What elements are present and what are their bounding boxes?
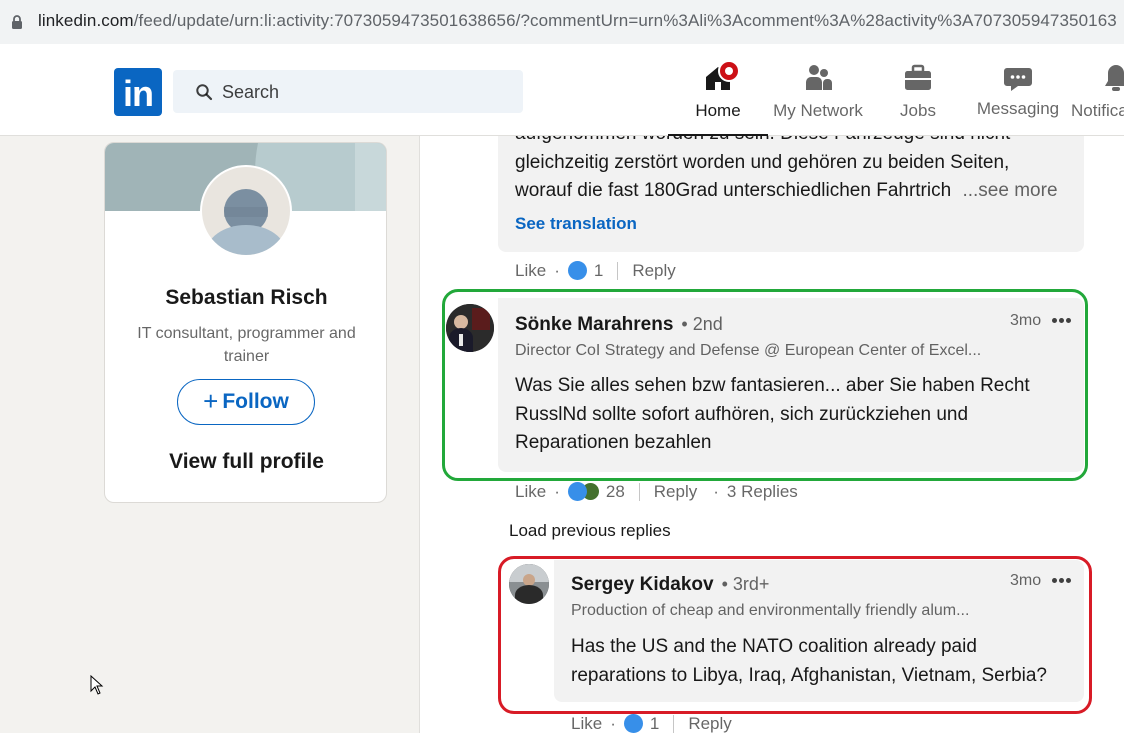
default-avatar-icon	[206, 189, 286, 255]
feed-column: aufgenommen worden zu sein. Diese Fahrze…	[419, 136, 1124, 733]
briefcase-icon	[905, 64, 931, 90]
chat-icon	[1004, 68, 1032, 91]
reply-button[interactable]: Reply	[632, 261, 675, 281]
people-icon	[806, 65, 832, 90]
linkedin-logo[interactable]: in	[114, 68, 162, 116]
separator-dot: ·	[713, 481, 719, 501]
see-translation-link[interactable]: See translation	[515, 214, 637, 234]
reaction-count[interactable]: 28	[606, 482, 625, 502]
replies-count-link[interactable]: 3 Replies	[727, 482, 798, 502]
comment-actions: Like · 1 Reply	[515, 260, 676, 281]
nav-my-network-label: My Network	[773, 101, 863, 120]
see-more-link[interactable]: ...see more	[962, 180, 1057, 201]
comment-actions: Like · 1 Reply	[571, 713, 732, 733]
search-icon	[196, 84, 213, 101]
follow-button[interactable]: + Follow	[177, 379, 315, 425]
bell-icon	[1105, 65, 1124, 91]
cover-shape	[355, 143, 386, 211]
comment-text-line-part: worauf die fast 180Grad unterschiedliche…	[515, 180, 952, 201]
comment-text-line: aufgenommen worden zu sein. Diese Fahrze…	[515, 136, 1075, 149]
reaction-count[interactable]: 1	[594, 261, 603, 281]
reply-button[interactable]: Reply	[688, 714, 731, 733]
comment-text-line: gleichzeitig zerstört worden und gehören…	[515, 151, 1010, 173]
like-button[interactable]: Like	[515, 261, 546, 281]
comment-actions: Like · 28 Reply · 3 Replies	[515, 481, 798, 502]
divider	[673, 714, 675, 733]
search-input[interactable]: Search	[222, 82, 279, 103]
comment-text-line: worauf die fast 180Grad unterschiedliche…	[515, 177, 1075, 206]
url-text[interactable]: linkedin.com/feed/update/urn:li:activity…	[38, 11, 1117, 31]
notification-badge	[718, 60, 740, 82]
like-reaction-icon	[567, 261, 587, 281]
like-button[interactable]: Like	[515, 482, 546, 502]
nav-home-label: Home	[695, 101, 741, 120]
separator-dot: ·	[610, 713, 616, 733]
comment-text: aufgenommen worden zu sein. Diese Fahrze…	[515, 136, 1075, 206]
separator-dot: ·	[554, 260, 560, 280]
separator-dot: ·	[554, 481, 560, 501]
nav-my-network[interactable]: My Network	[772, 62, 864, 136]
reaction-count[interactable]: 1	[650, 714, 659, 733]
load-previous-replies-link[interactable]: Load previous replies	[509, 521, 671, 541]
nav-jobs-label: Jobs	[900, 101, 936, 120]
lock-icon	[12, 15, 22, 29]
browser-url-bar[interactable]: linkedin.com/feed/update/urn:li:activity…	[0, 0, 1124, 46]
highlight-outline-red	[498, 556, 1092, 714]
nav-messaging[interactable]: Messaging	[975, 62, 1061, 136]
profile-card: Sebastian Risch IT consultant, programme…	[104, 142, 387, 503]
address-field[interactable]: linkedin.com/feed/update/urn:li:activity…	[0, 0, 1124, 44]
divider	[617, 261, 619, 280]
divider	[638, 482, 640, 501]
avatar[interactable]	[200, 165, 292, 257]
nav-home[interactable]: Home	[668, 60, 768, 136]
profile-headline: IT consultant, programmer and trainer	[137, 325, 356, 365]
highlight-outline-green	[442, 289, 1088, 481]
nav-jobs[interactable]: Jobs	[888, 62, 948, 136]
top-navigation: in Search Home My Network Jobs Messaging…	[0, 46, 1124, 136]
view-full-profile-link[interactable]: View full profile	[105, 450, 386, 474]
like-reaction-icon	[567, 482, 587, 502]
reply-button[interactable]: Reply	[654, 482, 697, 502]
url-path: /feed/update/urn:li:activity:70730594735…	[133, 11, 1117, 30]
nav-messaging-label: Messaging	[976, 99, 1060, 118]
url-host: linkedin.com	[38, 11, 134, 30]
nav-notifications[interactable]: Notifica	[1068, 62, 1124, 136]
like-reaction-icon	[623, 714, 643, 733]
follow-label: Follow	[222, 390, 289, 413]
plus-icon: +	[203, 386, 219, 416]
profile-name[interactable]: Sebastian Risch	[105, 286, 386, 310]
mouse-cursor-icon	[90, 675, 104, 695]
like-button[interactable]: Like	[571, 714, 602, 733]
nav-notifications-label: Notifica	[1071, 101, 1124, 120]
search-box[interactable]: Search	[173, 70, 523, 113]
